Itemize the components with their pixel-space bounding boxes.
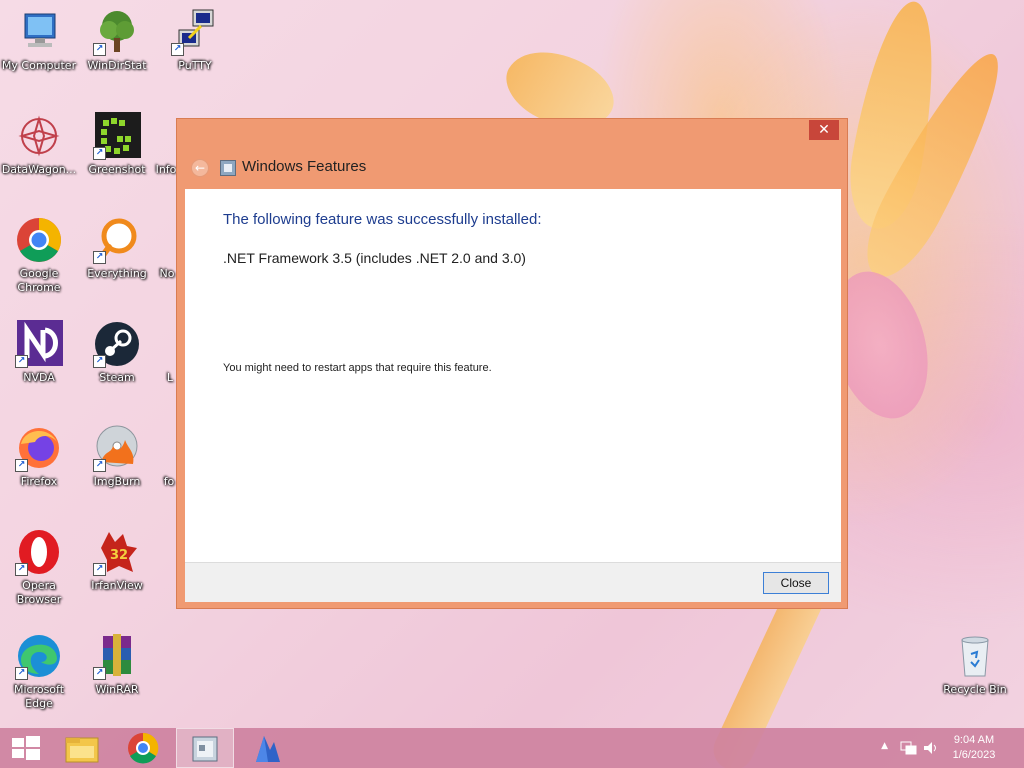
desktop-icon-label: Firefox <box>20 475 58 488</box>
desktop-icon-google-chrome[interactable]: Google Chrome <box>0 216 78 295</box>
desktop-icon-label: WinDirStat <box>87 59 147 72</box>
start-icon <box>12 736 40 760</box>
opera-icon: ↗ <box>15 528 63 576</box>
dialog-title-bar[interactable]: ✕ ← Windows Features <box>177 119 847 189</box>
edge-icon: ↗ <box>15 632 63 680</box>
greenshot-icon: ↗ <box>93 112 141 160</box>
taskbar: ▲ 9:04 AM 1/6/2023 <box>0 728 1024 768</box>
show-hidden-icons-icon[interactable]: ▲ <box>881 741 888 751</box>
windows-features-dialog: ✕ ← Windows Features The following featu… <box>176 118 848 609</box>
winrar-icon: ↗ <box>93 632 141 680</box>
desktop-icon-label: Recycle Bin <box>943 683 1007 696</box>
desktop-icon-label: PuTTY <box>178 59 212 72</box>
desktop-icon-windirstat[interactable]: ↗ WinDirStat <box>78 8 156 73</box>
computer-icon <box>15 8 63 56</box>
dialog-footer: Close <box>185 562 841 602</box>
desktop-icon-label: DataWagon... <box>1 163 77 176</box>
shortcut-arrow-icon: ↗ <box>93 355 106 368</box>
desktop-icon-label: Steam <box>99 371 135 384</box>
volume-icon[interactable] <box>922 740 938 756</box>
dialog-title: Windows Features <box>242 158 367 175</box>
desktop-icon-label: Everything <box>87 267 147 280</box>
taskbar-app[interactable] <box>238 728 296 768</box>
shortcut-arrow-icon: ↗ <box>93 459 106 472</box>
shortcut-arrow-icon: ↗ <box>15 563 28 576</box>
desktop-icon-opera[interactable]: ↗ Opera Browser <box>0 528 78 607</box>
shortcut-arrow-icon: ↗ <box>15 459 28 472</box>
tree-icon: ↗ <box>93 8 141 56</box>
start-button[interactable] <box>0 728 58 768</box>
taskbar-file-explorer[interactable] <box>54 728 112 768</box>
windows-features-icon <box>192 736 218 762</box>
clock-time: 9:04 AM <box>953 734 995 746</box>
shortcut-arrow-icon: ↗ <box>171 43 184 56</box>
desktop-icon-firefox[interactable]: ↗ Firefox <box>0 424 78 489</box>
app-icon <box>256 736 280 762</box>
desktop-icon-datawagon[interactable]: DataWagon... <box>0 112 78 177</box>
installed-feature-name: .NET Framework 3.5 (includes .NET 2.0 an… <box>223 250 526 266</box>
shortcut-arrow-icon: ↗ <box>93 563 106 576</box>
desktop-icon-recycle-bin[interactable]: Recycle Bin <box>936 632 1014 697</box>
chrome-icon <box>15 216 63 264</box>
desktop-icon-greenshot[interactable]: ↗ Greenshot <box>78 112 156 177</box>
shortcut-arrow-icon: ↗ <box>15 355 28 368</box>
shortcut-arrow-icon: ↗ <box>93 251 106 264</box>
desktop-icon-irfanview[interactable]: 32 ↗ IrfanView <box>78 528 156 593</box>
putty-icon: ↗ <box>171 8 219 56</box>
nvda-icon: ↗ <box>15 320 63 368</box>
desktop-icon-putty[interactable]: ↗ PuTTY <box>156 8 234 73</box>
taskbar-windows-features[interactable] <box>176 728 234 768</box>
imgburn-icon: ↗ <box>93 424 141 472</box>
network-icon[interactable] <box>900 740 918 756</box>
shortcut-arrow-icon: ↗ <box>93 667 106 680</box>
desktop-icon-label: WinRAR <box>95 683 139 696</box>
desktop-icon-label: My Computer <box>1 59 77 72</box>
desktop-icon-label: NVDA <box>23 371 55 384</box>
windows-features-icon <box>220 160 236 176</box>
file-explorer-icon <box>65 737 99 763</box>
shortcut-arrow-icon: ↗ <box>93 43 106 56</box>
desktop-icon-winrar[interactable]: ↗ WinRAR <box>78 632 156 697</box>
desktop-icon-microsoft-edge[interactable]: ↗ Microsoft Edge <box>0 632 78 711</box>
close-button[interactable]: Close <box>763 572 829 594</box>
taskbar-chrome[interactable] <box>114 728 172 768</box>
datawagon-icon <box>15 112 63 160</box>
irfanview-icon: 32 ↗ <box>93 528 141 576</box>
desktop-icon-nvda[interactable]: ↗ NVDA <box>0 320 78 385</box>
desktop-icon-my-computer[interactable]: My Computer <box>0 8 78 73</box>
system-clock[interactable]: 9:04 AM 1/6/2023 <box>944 733 1004 763</box>
recycle-bin-icon <box>951 632 999 680</box>
desktop-icon-label: ImgBurn <box>93 475 141 488</box>
steam-icon: ↗ <box>93 320 141 368</box>
success-heading: The following feature was successfully i… <box>223 211 542 228</box>
restart-note: You might need to restart apps that requ… <box>223 362 492 374</box>
desktop-icon-label: Google Chrome <box>17 267 61 294</box>
everything-search-icon: ↗ <box>93 216 141 264</box>
desktop-icon-imgburn[interactable]: ↗ ImgBurn <box>78 424 156 489</box>
desktop-icon-label: Opera Browser <box>16 579 62 606</box>
chrome-icon <box>128 732 159 764</box>
svg-text:32: 32 <box>110 548 128 563</box>
desktop-icon-everything[interactable]: ↗ Everything <box>78 216 156 281</box>
clock-date: 1/6/2023 <box>952 749 996 761</box>
firefox-icon: ↗ <box>15 424 63 472</box>
shortcut-arrow-icon: ↗ <box>93 147 106 160</box>
close-icon[interactable]: ✕ <box>809 120 839 140</box>
desktop-icon-label: Microsoft Edge <box>13 683 65 710</box>
shortcut-arrow-icon: ↗ <box>15 667 28 680</box>
back-arrow-icon[interactable]: ← <box>191 159 209 177</box>
desktop-icon-steam[interactable]: ↗ Steam <box>78 320 156 385</box>
dialog-content: The following feature was successfully i… <box>185 189 841 562</box>
desktop-icon-label: IrfanView <box>91 579 143 592</box>
desktop-icon-label: Greenshot <box>88 163 146 176</box>
